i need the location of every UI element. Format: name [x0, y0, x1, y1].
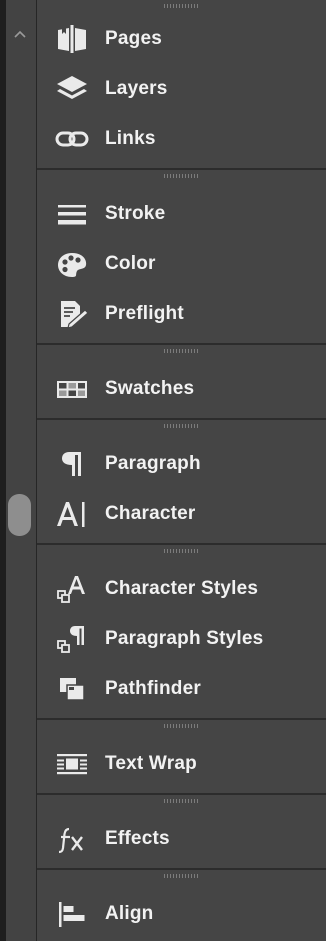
panel-item-stroke[interactable]: Stroke	[37, 189, 326, 239]
group-drag-handle[interactable]	[37, 170, 326, 182]
panel-item-label: Color	[105, 253, 156, 274]
panel-item-label: Paragraph	[105, 453, 201, 474]
panel-item-character-styles[interactable]: Character Styles	[37, 564, 326, 614]
align-icon	[53, 897, 91, 931]
color-palette-icon	[53, 247, 91, 281]
scrollbar[interactable]	[6, 0, 37, 941]
group-drag-handle[interactable]	[37, 0, 326, 12]
panel-item-label: Character	[105, 503, 196, 524]
panel-group: Swatches	[37, 345, 326, 420]
character-styles-icon	[53, 572, 91, 606]
panel-item-label: Links	[105, 128, 156, 149]
links-icon	[53, 122, 91, 156]
panel-list: Pages Layers Links Stroke Color Prefligh…	[37, 0, 326, 941]
panel-item-layers[interactable]: Layers	[37, 64, 326, 114]
swatches-icon	[53, 372, 91, 406]
panel-item-text-wrap[interactable]: Text Wrap	[37, 739, 326, 789]
group-drag-handle[interactable]	[37, 795, 326, 807]
panel-group: Text Wrap	[37, 720, 326, 795]
panel-item-preflight[interactable]: Preflight	[37, 289, 326, 339]
panel-group: Align	[37, 870, 326, 941]
panel-item-links[interactable]: Links	[37, 114, 326, 164]
panel-item-label: Pathfinder	[105, 678, 201, 699]
fx-icon	[53, 822, 91, 856]
group-drag-handle[interactable]	[37, 420, 326, 432]
panel-item-label: Character Styles	[105, 578, 259, 599]
group-drag-handle[interactable]	[37, 345, 326, 357]
layers-icon	[53, 72, 91, 106]
panel-group: Character Styles Paragraph Styles Pathfi…	[37, 545, 326, 720]
panel-group: Effects	[37, 795, 326, 870]
panel-item-label: Pages	[105, 28, 162, 49]
panel-item-paragraph-styles[interactable]: Paragraph Styles	[37, 614, 326, 664]
panel-item-label: Text Wrap	[105, 753, 197, 774]
panel-item-label: Effects	[105, 828, 170, 849]
group-drag-handle[interactable]	[37, 720, 326, 732]
panel-group: Stroke Color Preflight	[37, 170, 326, 345]
scroll-thumb[interactable]	[8, 494, 31, 536]
panel-item-label: Paragraph Styles	[105, 628, 264, 649]
text-wrap-icon	[53, 747, 91, 781]
panel-group: Paragraph Character	[37, 420, 326, 545]
panel-item-label: Swatches	[105, 378, 195, 399]
pathfinder-icon	[53, 672, 91, 706]
scroll-up-icon[interactable]	[13, 28, 27, 40]
panel-item-pages[interactable]: Pages	[37, 14, 326, 64]
panel-item-pathfinder[interactable]: Pathfinder	[37, 664, 326, 714]
character-icon	[53, 497, 91, 531]
panel-item-paragraph[interactable]: Paragraph	[37, 439, 326, 489]
panel-item-effects[interactable]: Effects	[37, 814, 326, 864]
pages-icon	[53, 22, 91, 56]
pilcrow-icon	[53, 447, 91, 481]
panel-item-align[interactable]: Align	[37, 889, 326, 939]
panel-item-label: Preflight	[105, 303, 184, 324]
panel-item-swatches[interactable]: Swatches	[37, 364, 326, 414]
panel-item-color[interactable]: Color	[37, 239, 326, 289]
panel-item-label: Layers	[105, 78, 168, 99]
panel-group: Pages Layers Links	[37, 0, 326, 170]
panel-item-label: Align	[105, 903, 154, 924]
group-drag-handle[interactable]	[37, 545, 326, 557]
preflight-icon	[53, 297, 91, 331]
stroke-icon	[53, 197, 91, 231]
group-drag-handle[interactable]	[37, 870, 326, 882]
panel-dock: Pages Layers Links Stroke Color Prefligh…	[0, 0, 326, 941]
paragraph-styles-icon	[53, 622, 91, 656]
panel-item-character[interactable]: Character	[37, 489, 326, 539]
panel-item-label: Stroke	[105, 203, 166, 224]
